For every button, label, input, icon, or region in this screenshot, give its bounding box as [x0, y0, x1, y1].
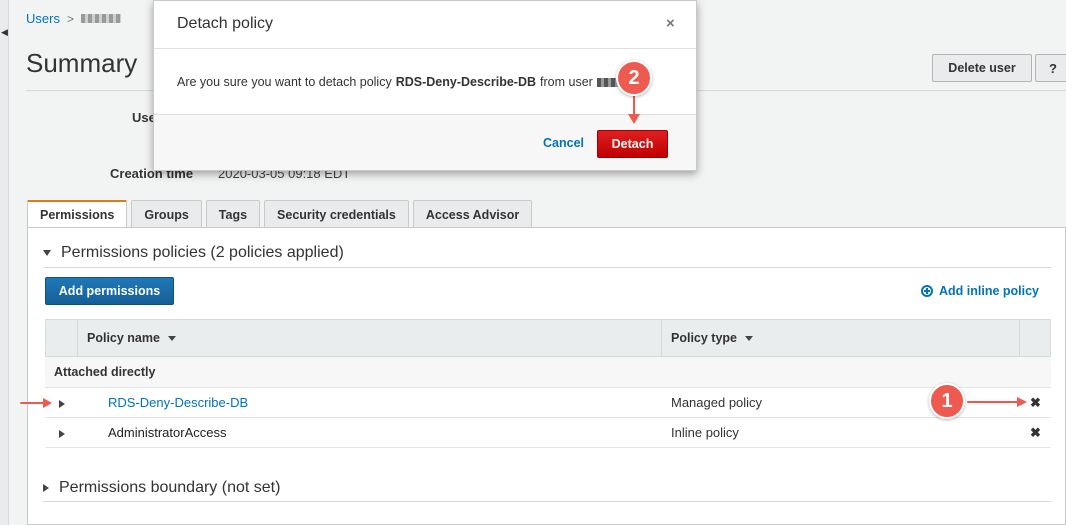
add-inline-policy-label: Add inline policy [939, 284, 1040, 298]
redacted-username [80, 14, 121, 23]
step-1-callout: 1 [929, 383, 965, 419]
tab-access-advisor[interactable]: Access Advisor [412, 200, 533, 228]
attached-directly-group: Attached directly [45, 357, 1051, 388]
modal-title: Detach policy [177, 15, 274, 32]
header-separator [77, 320, 78, 356]
step-2-callout: 2 [616, 60, 652, 96]
page-title: Summary [26, 48, 138, 78]
sort-caret-icon [745, 335, 753, 341]
policies-table: Policy name Policy type Attached directl… [45, 319, 1051, 448]
remove-policy-icon[interactable]: ✖ [1030, 425, 1041, 441]
breadcrumb-separator: > [66, 11, 74, 26]
add-inline-policy-link[interactable]: Add inline policy [921, 284, 1039, 298]
breadcrumb-users-link[interactable]: Users [26, 11, 60, 26]
header-separator [1019, 320, 1020, 356]
add-permissions-button[interactable]: Add permissions [45, 277, 174, 305]
header-separator [661, 320, 662, 356]
tab-permissions[interactable]: Permissions [27, 200, 128, 228]
modal-body: Are you sure you want to detach policy R… [154, 49, 696, 114]
detach-policy-modal: Detach policy × Are you sure you want to… [153, 0, 697, 171]
permissions-panel: Permissions policies (2 policies applied… [27, 227, 1066, 525]
left-nav-rail: ◀ [0, 0, 9, 525]
sort-caret-icon [167, 335, 176, 341]
tab-groups[interactable]: Groups [131, 200, 202, 228]
permissions-policies-title: Permissions policies (2 policies applied… [61, 244, 344, 261]
permissions-boundary-title: Permissions boundary (not set) [59, 479, 281, 496]
table-row: AdministratorAccess Inline policy ✖ [45, 418, 1051, 448]
policy-type: Managed policy [671, 395, 763, 410]
collapse-nav-icon[interactable]: ◀ [1, 27, 8, 38]
section-divider [43, 501, 1051, 502]
tab-bar: Permissions Groups Tags Security credent… [27, 200, 533, 228]
message-prefix: Are you sure you want to detach policy [177, 75, 392, 89]
breadcrumb: Users > [26, 11, 121, 26]
table-header: Policy name Policy type [45, 319, 1051, 357]
section-divider [43, 267, 1051, 268]
help-button[interactable]: ? [1035, 54, 1066, 82]
tab-tags[interactable]: Tags [205, 200, 261, 228]
detach-button[interactable]: Detach [597, 130, 668, 158]
modal-header: Detach policy × [154, 1, 696, 49]
policy-name-header-label: Policy name [87, 331, 160, 345]
modal-footer: Cancel Detach [154, 114, 696, 170]
policy-name[interactable]: AdministratorAccess [108, 425, 226, 440]
expand-triangle-icon [43, 484, 49, 492]
policy-name-link[interactable]: RDS-Deny-Describe-DB [108, 395, 248, 410]
modal-message: Are you sure you want to detach policy R… [177, 75, 638, 89]
column-header-policy-name[interactable]: Policy name [87, 320, 176, 356]
policy-type-header-label: Policy type [671, 331, 737, 345]
plus-circle-icon [921, 285, 933, 297]
expand-row-icon[interactable] [59, 430, 65, 438]
column-header-policy-type[interactable]: Policy type [671, 320, 753, 356]
permissions-boundary-header[interactable]: Permissions boundary (not set) [43, 479, 280, 497]
message-policy-name: RDS-Deny-Describe-DB [395, 75, 537, 89]
tab-security-credentials[interactable]: Security credentials [264, 200, 409, 228]
expand-row-icon[interactable] [59, 400, 65, 408]
message-mid: from user [540, 75, 593, 89]
collapse-triangle-icon [43, 250, 51, 256]
permissions-policies-header[interactable]: Permissions policies (2 policies applied… [43, 244, 344, 262]
close-icon[interactable]: × [666, 15, 675, 32]
cancel-button[interactable]: Cancel [543, 136, 584, 150]
table-row: RDS-Deny-Describe-DB Managed policy ✖ [45, 388, 1051, 418]
policy-type: Inline policy [671, 425, 739, 440]
delete-user-button[interactable]: Delete user [932, 54, 1032, 82]
detach-policy-icon[interactable]: ✖ [1030, 395, 1041, 411]
